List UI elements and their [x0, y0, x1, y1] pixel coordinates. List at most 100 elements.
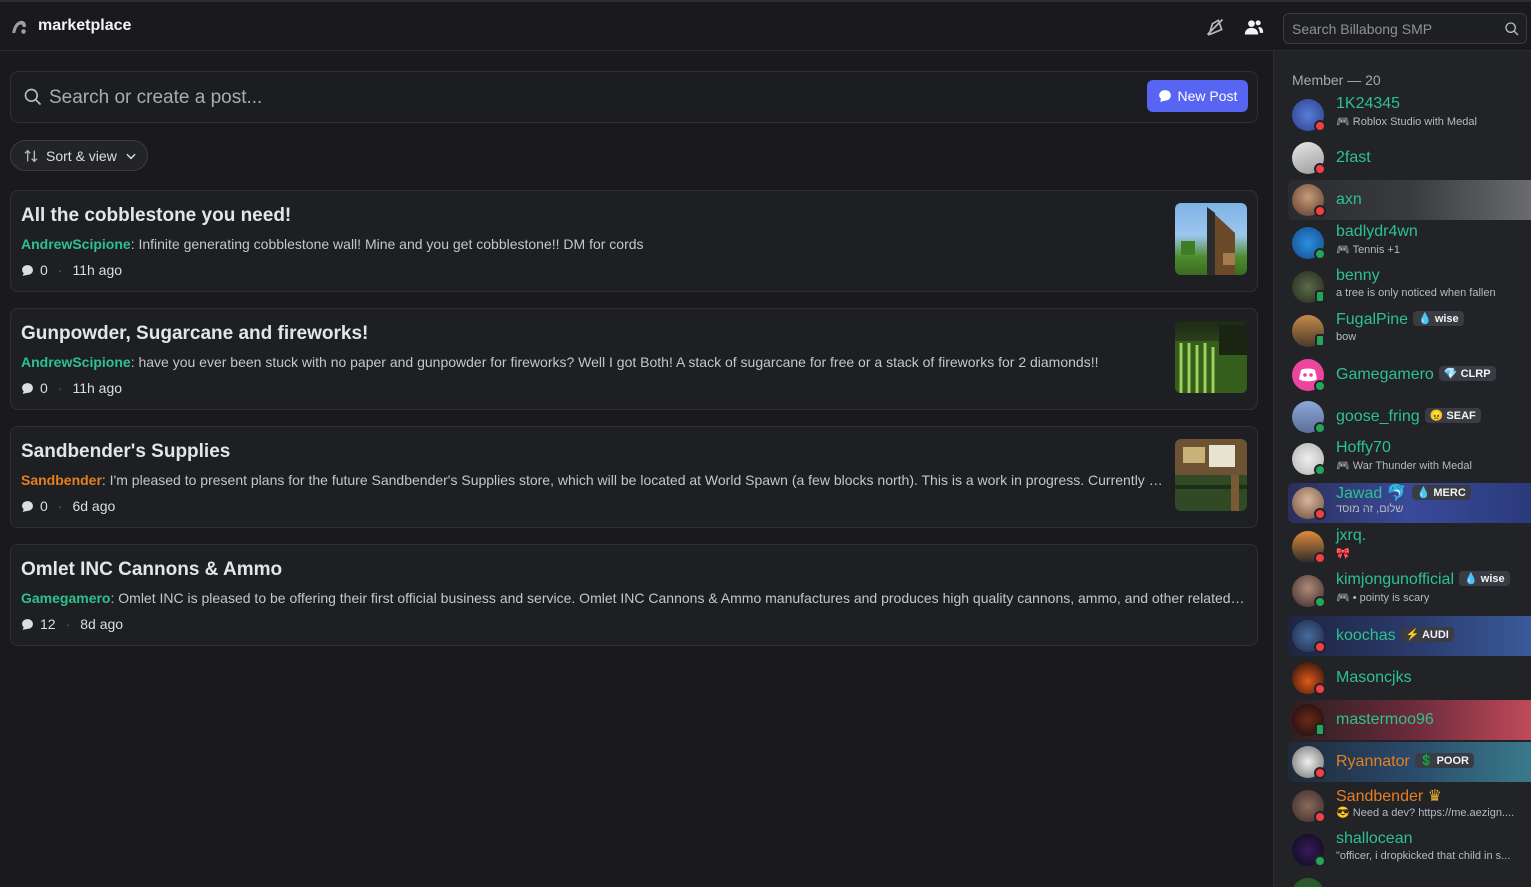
sort-view-button[interactable]: Sort & view	[10, 140, 148, 171]
member-item[interactable]: jxrq. 🎀	[1288, 527, 1531, 567]
post-author[interactable]: Sandbender	[21, 472, 102, 488]
comment-icon	[22, 618, 33, 630]
post-thumbnail[interactable]	[1175, 321, 1247, 393]
new-post-button[interactable]: New Post	[1147, 80, 1248, 112]
member-item[interactable]: Ryannator 💲 POOR	[1288, 742, 1531, 782]
comment-count: 12	[40, 616, 56, 632]
member-item[interactable]: shallocean "officer, i dropkicked that c…	[1288, 830, 1531, 870]
member-name: Masoncjks	[1336, 669, 1412, 686]
post-search-input[interactable]	[49, 86, 949, 110]
post-meta: 0 · 11h ago	[21, 380, 122, 396]
member-item[interactable]: benny a tree is only noticed when fallen	[1288, 267, 1531, 307]
member-list-icon[interactable]	[1244, 17, 1264, 37]
status-online-icon	[1314, 248, 1326, 260]
server-tag: 💎 CLRP	[1438, 366, 1496, 381]
separator: ·	[57, 262, 63, 278]
member-item[interactable]: Sandbender ♛ 😎 Need a dev? https://me.ae…	[1288, 786, 1531, 826]
post-card[interactable]: Sandbender's Supplies Sandbender: I'm pl…	[10, 426, 1258, 528]
post-snippet: Gamegamero: Omlet INC is pleased to be o…	[21, 590, 1247, 606]
status-dnd-icon	[1314, 205, 1326, 217]
member-item[interactable]	[1288, 874, 1531, 887]
member-custom-status: שלום, זה מוסד	[1336, 503, 1404, 515]
post-author[interactable]: Gamegamero	[21, 590, 110, 606]
server-search[interactable]	[1283, 13, 1527, 44]
comment-icon	[22, 500, 33, 512]
member-item[interactable]: Masoncjks	[1288, 658, 1531, 698]
post-age: 6d ago	[72, 498, 116, 514]
member-item[interactable]: 2fast	[1288, 138, 1531, 178]
server-tag: 💧 MERC	[1411, 485, 1471, 500]
member-item[interactable]: Gamegamero 💎 CLRP	[1288, 355, 1531, 395]
member-name: axn	[1336, 191, 1362, 208]
member-item[interactable]: axn	[1288, 180, 1531, 220]
member-name: Ryannator 💲 POOR	[1336, 753, 1474, 771]
member-name: 1K24345	[1336, 95, 1401, 112]
post-age: 11h ago	[72, 380, 123, 396]
status-dnd-icon	[1314, 163, 1326, 175]
post-age: 8d ago	[80, 616, 124, 632]
separator: ·	[57, 380, 63, 396]
post-card[interactable]: All the cobblestone you need! AndrewScip…	[10, 190, 1258, 292]
gift-emoji-icon: 🎀	[1336, 548, 1350, 560]
member-item[interactable]: Jawad 🐬 💧 MERC שלום, זה מוסד	[1288, 483, 1531, 523]
post-author[interactable]: AndrewScipione	[21, 236, 131, 252]
post-card[interactable]: Gunpowder, Sugarcane and fireworks! Andr…	[10, 308, 1258, 410]
sort-view-label: Sort & view	[46, 147, 117, 164]
server-search-input[interactable]	[1292, 20, 1492, 38]
post-card[interactable]: Omlet INC Cannons & Ammo Gamegamero: Oml…	[10, 544, 1258, 646]
member-custom-status: 🎀	[1336, 547, 1350, 560]
search-icon	[24, 88, 42, 106]
post-title: All the cobblestone you need!	[21, 205, 292, 226]
separator: ·	[65, 616, 71, 632]
status-dnd-icon	[1314, 767, 1326, 779]
post-age: 11h ago	[72, 262, 123, 278]
dolphin-icon: 🐬	[1386, 485, 1407, 502]
crown-icon: ♛	[1427, 788, 1442, 805]
top-bar: marketplace	[0, 0, 1531, 51]
status-online-icon	[1314, 855, 1326, 867]
member-item[interactable]: 1K24345 🎮 Roblox Studio with Medal	[1288, 95, 1531, 135]
comment-count: 0	[40, 380, 48, 396]
status-dnd-icon	[1314, 683, 1326, 695]
sunglasses-emoji-icon: 😎	[1336, 807, 1353, 819]
notification-settings-muted-icon[interactable]	[1205, 17, 1225, 37]
member-item[interactable]: Hoffy70 🎮 War Thunder with Medal	[1288, 439, 1531, 479]
member-name: kimjongunofficial 💧 wise	[1336, 571, 1510, 589]
post-snippet-text: have you ever been stuck with no paper a…	[134, 354, 1099, 370]
member-activity: 🎮 Roblox Studio with Medal	[1336, 116, 1477, 128]
member-item[interactable]: koochas ⚡ AUDI	[1288, 616, 1531, 656]
comment-count: 0	[40, 262, 48, 278]
status-mobile-icon	[1315, 334, 1325, 347]
post-snippet: Sandbender: I'm pleased to present plans…	[21, 472, 1164, 488]
sort-icon	[24, 149, 38, 162]
avatar	[1292, 878, 1324, 887]
server-tag: 💧 wise	[1413, 311, 1464, 326]
status-dnd-icon	[1314, 811, 1326, 823]
member-item[interactable]: FugalPine 💧 wise bow	[1288, 311, 1531, 351]
post-search-bar[interactable]: New Post	[10, 71, 1258, 123]
member-name: shallocean	[1336, 830, 1413, 847]
status-online-icon	[1314, 380, 1326, 392]
separator: ·	[57, 498, 63, 514]
member-item[interactable]: goose_fring 😠 SEAF	[1288, 397, 1531, 437]
status-mobile-icon	[1315, 290, 1325, 303]
member-custom-status: a tree is only noticed when fallen	[1336, 287, 1496, 299]
member-item[interactable]: mastermoo96	[1288, 700, 1531, 740]
comment-icon	[22, 264, 33, 276]
member-activity: 🎮 • pointy is scary	[1336, 592, 1430, 604]
post-thumbnail[interactable]	[1175, 203, 1247, 275]
member-custom-status: "officer, i dropkicked that child in s..…	[1336, 850, 1511, 862]
status-dnd-icon	[1314, 120, 1326, 132]
game-controller-icon: 🎮	[1336, 460, 1353, 472]
post-thumbnail[interactable]	[1175, 439, 1247, 511]
member-activity: 🎮 War Thunder with Medal	[1336, 460, 1472, 472]
member-item[interactable]: badlydr4wn 🎮 Tennis +1	[1288, 223, 1531, 263]
search-icon	[1505, 22, 1519, 36]
status-online-icon	[1314, 422, 1326, 434]
game-controller-icon: 🎮	[1336, 116, 1353, 128]
post-author[interactable]: AndrewScipione	[21, 354, 131, 370]
server-tag: 😠 SEAF	[1424, 408, 1481, 423]
channel-name: marketplace	[38, 17, 132, 34]
member-item[interactable]: kimjongunofficial 💧 wise 🎮 • pointy is sc…	[1288, 571, 1531, 611]
post-snippet-text: Omlet INC is pleased to be offering thei…	[114, 590, 1247, 606]
